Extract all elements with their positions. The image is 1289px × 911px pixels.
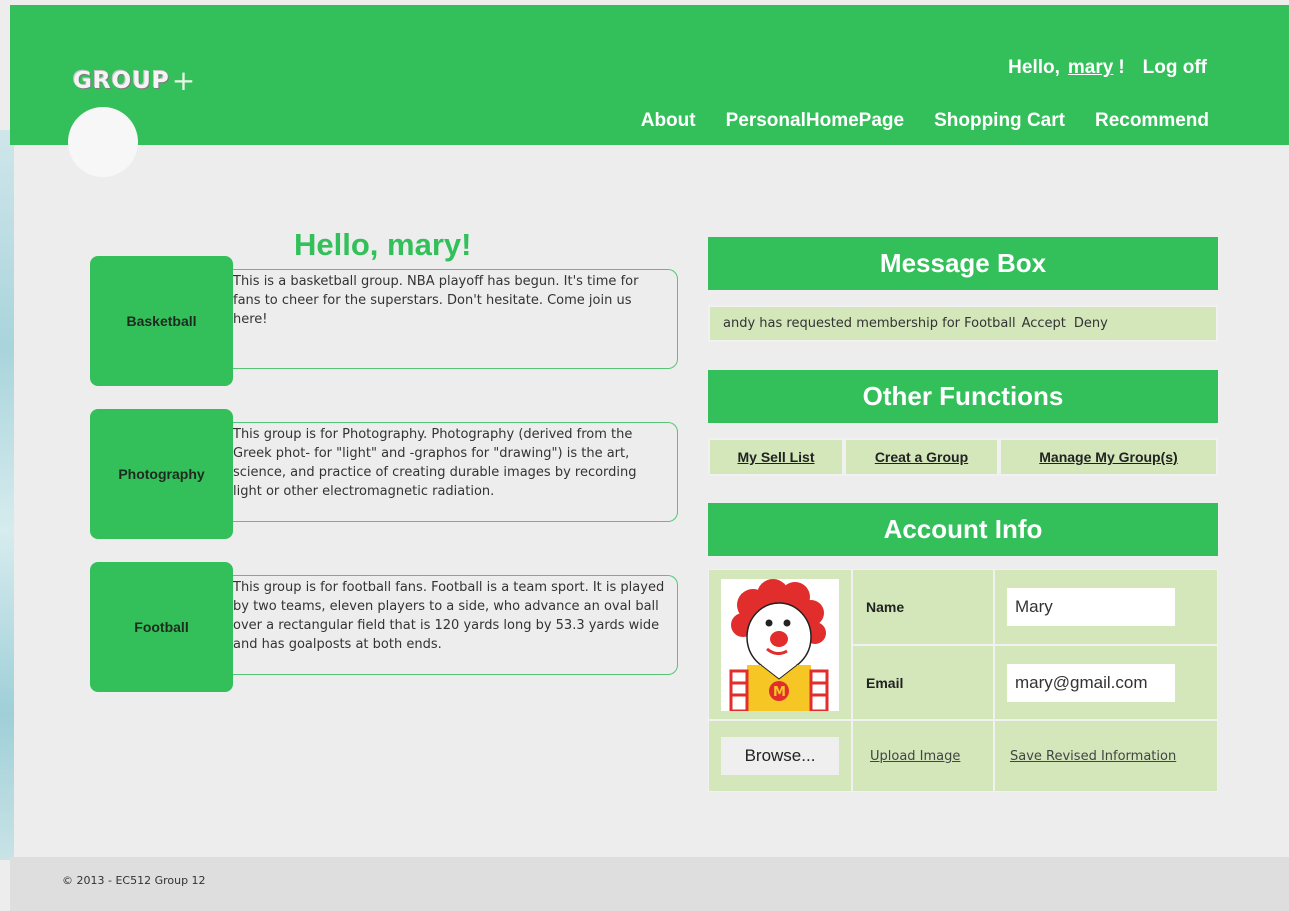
email-field[interactable] bbox=[1007, 663, 1175, 702]
account-info-table: M Name Email Browse... Upload Image Save… bbox=[708, 569, 1218, 792]
hello-suffix: ! bbox=[1118, 57, 1125, 78]
nav-personal-home-page[interactable]: PersonalHomePage bbox=[726, 110, 904, 132]
group-description: This group is for Photography. Photograp… bbox=[231, 422, 678, 522]
user-greeting-bar: Hello, mary ! Log off bbox=[1008, 57, 1207, 79]
message-text: andy has requested membership for Footba… bbox=[723, 316, 1016, 331]
group-tile-basketball[interactable]: Basketball bbox=[90, 256, 233, 386]
manage-groups-link[interactable]: Manage My Group(s) bbox=[999, 438, 1218, 476]
deny-link[interactable]: Deny bbox=[1074, 316, 1108, 331]
accept-link[interactable]: Accept bbox=[1022, 316, 1066, 331]
site-logo[interactable]: GROUP + bbox=[73, 64, 195, 98]
name-label: Name bbox=[852, 569, 994, 645]
email-label: Email bbox=[852, 645, 994, 720]
group-card: This group is for football fans. Footbal… bbox=[90, 562, 685, 694]
nav-recommend[interactable]: Recommend bbox=[1095, 110, 1209, 132]
account-info-title: Account Info bbox=[708, 503, 1218, 556]
email-input-cell bbox=[994, 645, 1218, 720]
group-description: This group is for football fans. Footbal… bbox=[231, 575, 678, 675]
avatar: M bbox=[721, 578, 839, 711]
nav-about[interactable]: About bbox=[641, 110, 696, 132]
avatar-image: M bbox=[721, 578, 839, 711]
site-footer: © 2013 - EC512 Group 12 bbox=[10, 857, 1289, 911]
hello-prefix: Hello, bbox=[1008, 57, 1060, 78]
decorative-water-strip bbox=[0, 130, 14, 860]
name-input-cell bbox=[994, 569, 1218, 645]
upload-image-link[interactable]: Upload Image bbox=[870, 749, 960, 764]
top-navigation: About PersonalHomePage Shopping Cart Rec… bbox=[641, 110, 1209, 132]
browse-cell: Browse... bbox=[708, 720, 852, 792]
svg-text:M: M bbox=[773, 685, 786, 700]
other-functions-title: Other Functions bbox=[708, 370, 1218, 423]
logo-text: GROUP bbox=[73, 68, 170, 94]
logoff-link[interactable]: Log off bbox=[1143, 57, 1207, 79]
avatar-cell: M bbox=[708, 569, 852, 720]
browse-button[interactable]: Browse... bbox=[721, 737, 839, 775]
nav-shopping-cart[interactable]: Shopping Cart bbox=[934, 110, 1065, 132]
name-field[interactable] bbox=[1007, 588, 1175, 626]
save-revised-information-link[interactable]: Save Revised Information bbox=[1010, 749, 1176, 764]
username-link[interactable]: mary bbox=[1060, 57, 1118, 79]
group-description: This is a basketball group. NBA playoff … bbox=[231, 269, 678, 369]
create-group-link[interactable]: Creat a Group bbox=[844, 438, 999, 476]
my-sell-list-link[interactable]: My Sell List bbox=[708, 438, 844, 476]
upload-cell: Upload Image bbox=[852, 720, 994, 792]
message-box-title: Message Box bbox=[708, 237, 1218, 290]
logo-plus-icon: + bbox=[171, 64, 196, 97]
other-functions-row: My Sell List Creat a Group Manage My Gro… bbox=[708, 438, 1218, 476]
group-card: This is a basketball group. NBA playoff … bbox=[90, 256, 685, 388]
save-cell: Save Revised Information bbox=[994, 720, 1218, 792]
group-tile-photography[interactable]: Photography bbox=[90, 409, 233, 539]
copyright-text: © 2013 - EC512 Group 12 bbox=[62, 874, 206, 887]
group-card: This group is for Photography. Photograp… bbox=[90, 409, 685, 541]
message-row: andy has requested membership for Footba… bbox=[708, 305, 1218, 342]
group-tile-football[interactable]: Football bbox=[90, 562, 233, 692]
